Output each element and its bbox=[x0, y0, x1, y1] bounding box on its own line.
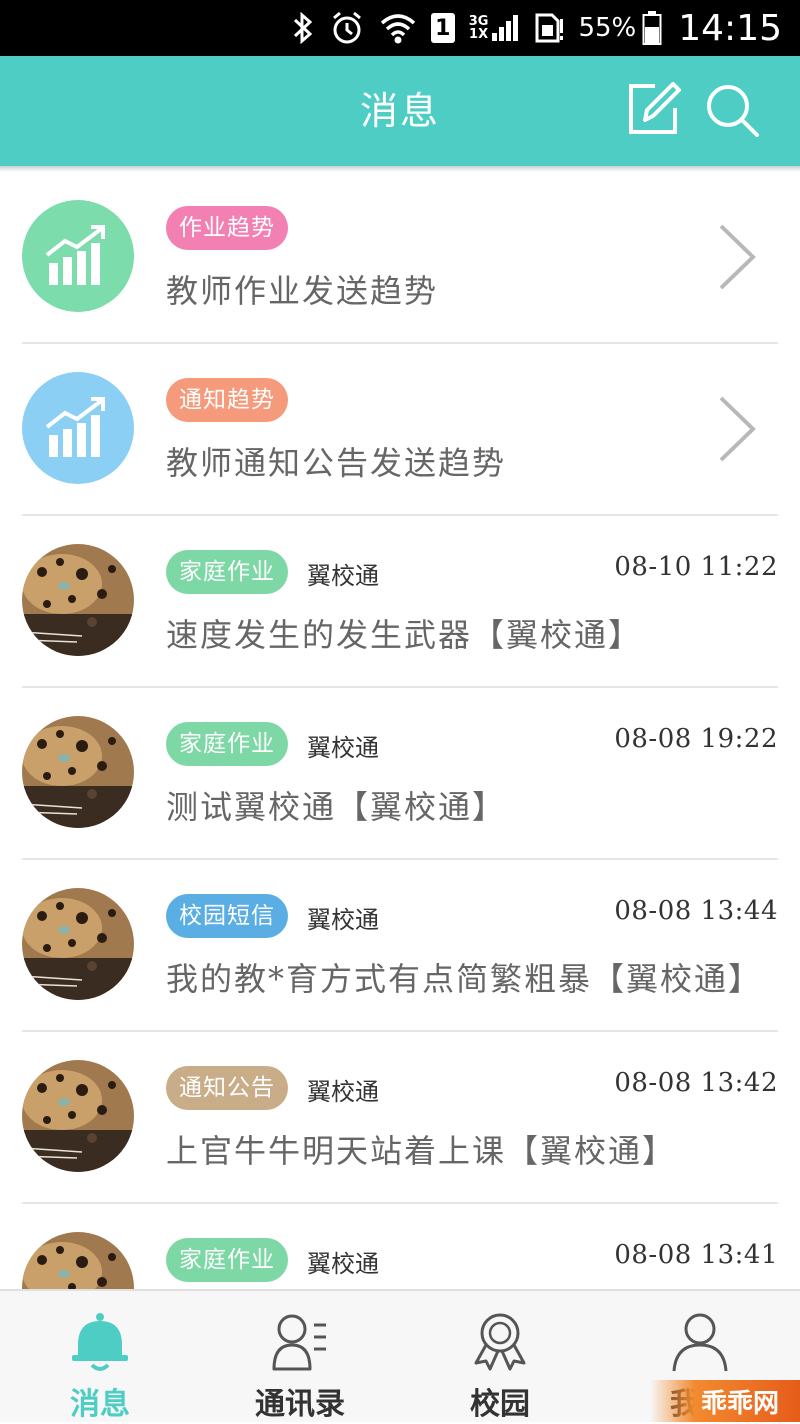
chevron-right-icon bbox=[719, 396, 756, 462]
sender-name: 翼校通 bbox=[307, 1250, 379, 1278]
tab-messages[interactable]: 消息 bbox=[0, 1291, 200, 1424]
category-tag: 作业趋势 bbox=[166, 206, 288, 250]
bell-icon bbox=[72, 1313, 128, 1371]
person-icon bbox=[672, 1313, 728, 1372]
message-preview: 速度发生的发生武器【翼校通】 bbox=[166, 616, 643, 654]
message-preview: 我的教*育方式有点简繁粗暴【翼校通】 bbox=[166, 960, 763, 998]
contacts-icon bbox=[272, 1314, 326, 1371]
timestamp: 08-08 13:44 bbox=[614, 896, 778, 926]
timestamp: 08-08 13:41 bbox=[614, 1240, 778, 1270]
tab-label: 消息 bbox=[70, 1387, 130, 1422]
avatar bbox=[22, 716, 134, 828]
timestamp: 08-08 13:42 bbox=[614, 1068, 778, 1098]
network-indicator: 3G 1X bbox=[469, 13, 521, 43]
compose-button[interactable] bbox=[625, 82, 681, 138]
tab-label: 通讯录 bbox=[255, 1387, 345, 1422]
sim-slot-icon: 1 bbox=[430, 13, 455, 43]
timestamp: 08-08 19:22 bbox=[614, 724, 778, 754]
search-button[interactable] bbox=[704, 82, 760, 138]
category-tag: 校园短信 bbox=[166, 894, 288, 938]
alarm-clock-icon bbox=[329, 10, 365, 46]
category-tag: 家庭作业 bbox=[166, 722, 288, 766]
tab-campus[interactable]: 校园 bbox=[400, 1291, 600, 1424]
tab-label: 校园 bbox=[470, 1387, 530, 1422]
trend-avatar bbox=[22, 372, 134, 484]
message-list[interactable]: 作业趋势 教师作业发送趋势 通知趋势 教师通知公告发送趋势 家庭作业 翼校通 0… bbox=[0, 172, 800, 1289]
leopard-avatar-icon bbox=[22, 1060, 134, 1172]
site-watermark: 乖乖网 bbox=[650, 1380, 800, 1422]
leopard-avatar-icon bbox=[22, 1232, 134, 1289]
leopard-avatar-icon bbox=[22, 888, 134, 1000]
battery-icon bbox=[642, 10, 662, 46]
message-preview: 教师通知公告发送趋势 bbox=[166, 444, 507, 482]
trend-avatar bbox=[22, 200, 134, 312]
sender-name: 翼校通 bbox=[307, 1078, 379, 1106]
signal-icon bbox=[492, 15, 519, 41]
bluetooth-icon bbox=[291, 11, 315, 45]
list-item-message[interactable]: 校园短信 翼校通 08-08 13:44 我的教*育方式有点简繁粗暴【翼校通】 bbox=[0, 860, 800, 1032]
avatar bbox=[22, 1060, 134, 1172]
sender-name: 翼校通 bbox=[307, 734, 379, 762]
category-tag: 家庭作业 bbox=[166, 1238, 288, 1282]
avatar bbox=[22, 888, 134, 1000]
leopard-avatar-icon bbox=[22, 716, 134, 828]
list-item-notice-trend[interactable]: 通知趋势 教师通知公告发送趋势 bbox=[0, 344, 800, 516]
sender-name: 翼校通 bbox=[307, 906, 379, 934]
tab-contacts[interactable]: 通讯录 bbox=[200, 1291, 400, 1424]
list-item-homework-trend[interactable]: 作业趋势 教师作业发送趋势 bbox=[0, 172, 800, 344]
message-preview: 上官牛牛明天站着上课【翼校通】 bbox=[166, 1132, 677, 1170]
list-item-message[interactable]: 家庭作业 翼校通 08-08 19:22 测试翼校通【翼校通】 bbox=[0, 688, 800, 860]
avatar bbox=[22, 544, 134, 656]
chevron-right-icon bbox=[719, 224, 756, 290]
award-ribbon-icon bbox=[474, 1313, 526, 1371]
battery-percent: 55% bbox=[578, 13, 637, 43]
category-tag: 通知趋势 bbox=[166, 378, 288, 422]
avatar bbox=[22, 1232, 134, 1289]
list-item-message[interactable]: 通知公告 翼校通 08-08 13:42 上官牛牛明天站着上课【翼校通】 bbox=[0, 1032, 800, 1204]
leopard-avatar-icon bbox=[22, 544, 134, 656]
list-item-message[interactable]: 家庭作业 翼校通 08-08 13:41 bbox=[0, 1204, 800, 1289]
category-tag: 家庭作业 bbox=[166, 550, 288, 594]
app-header: 消息 bbox=[0, 56, 800, 166]
wifi-icon bbox=[379, 11, 417, 45]
bar-chart-trend-icon bbox=[45, 397, 105, 457]
message-preview: 测试翼校通【翼校通】 bbox=[166, 788, 507, 826]
timestamp: 08-10 11:22 bbox=[614, 552, 778, 582]
sim-card-alert-icon bbox=[534, 11, 564, 45]
edit-icon bbox=[629, 82, 681, 134]
clock: 14:15 bbox=[678, 7, 782, 49]
bar-chart-trend-icon bbox=[45, 225, 105, 285]
status-bar: 1 3G 1X 55% 14:15 bbox=[0, 0, 800, 56]
search-icon bbox=[707, 85, 759, 137]
message-preview: 教师作业发送趋势 bbox=[166, 272, 439, 310]
sender-name: 翼校通 bbox=[307, 562, 379, 590]
category-tag: 通知公告 bbox=[166, 1066, 288, 1110]
list-item-message[interactable]: 家庭作业 翼校通 08-10 11:22 速度发生的发生武器【翼校通】 bbox=[0, 516, 800, 688]
